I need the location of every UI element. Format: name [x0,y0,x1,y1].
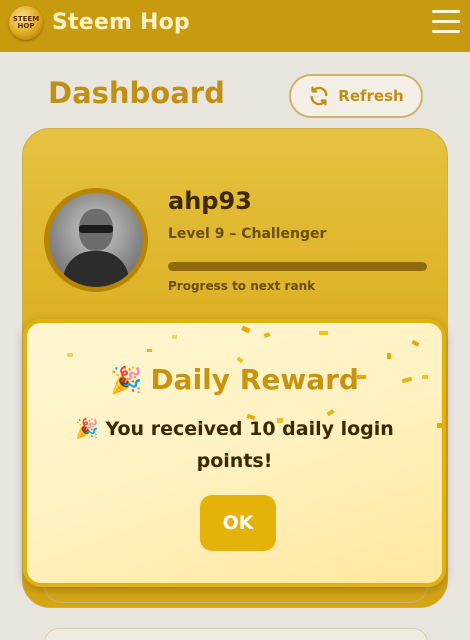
page-title: Dashboard [48,76,225,110]
progress-label: Progress to next rank [168,279,316,293]
message-party-icon: 🎉 [75,418,99,440]
modal-title: 🎉 Daily Reward [27,363,442,396]
daily-reward-modal: 🎉 Daily Reward 🎉 You received 10 daily lo… [23,319,446,587]
app-logo[interactable]: STEEM HOP [9,6,43,40]
avatar-photo [49,193,143,287]
party-popper-icon: 🎉 [110,366,143,396]
modal-message-text: You received 10 daily login points! [105,418,394,472]
modal-message: 🎉 You received 10 daily login points! [67,413,402,477]
refresh-icon [310,86,328,106]
hamburger-menu-icon[interactable] [432,10,460,34]
modal-title-text: Daily Reward [150,363,359,396]
app-title[interactable]: Steem Hop [52,10,190,35]
top-bar: STEEM HOP Steem Hop [0,0,470,52]
level-label: Level 9 – Challenger [168,226,327,242]
avatar[interactable] [44,188,148,292]
logo-text: STEEM HOP [12,15,40,30]
username: ahp93 [168,187,252,215]
refresh-button[interactable]: Refresh [289,74,423,118]
next-card [44,628,428,640]
rank-progress-bar [168,262,427,271]
ok-button[interactable]: OK [200,495,276,551]
refresh-label: Refresh [338,87,404,105]
